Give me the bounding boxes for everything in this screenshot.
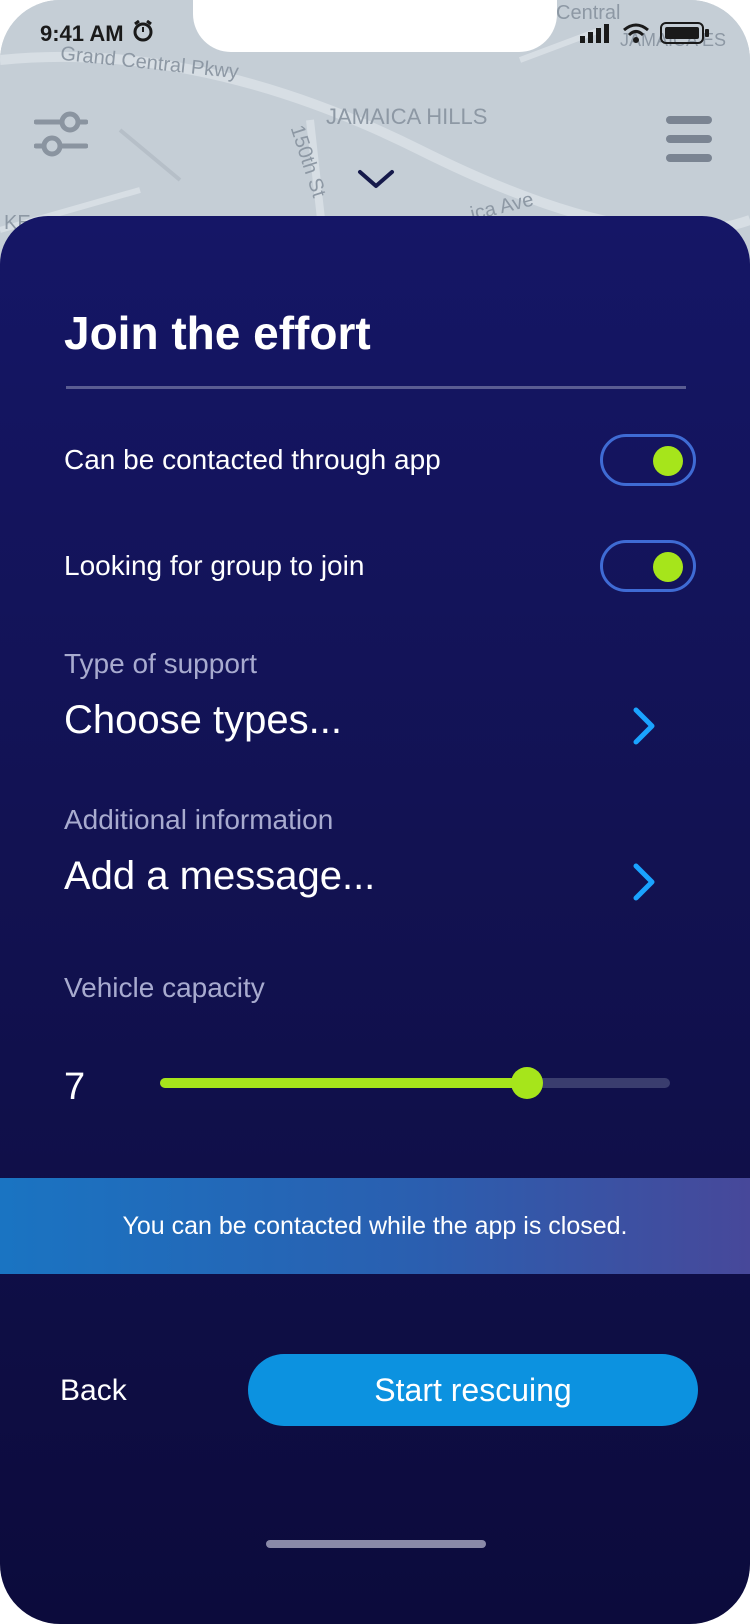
status-bar-time-group: 9:41 AM xyxy=(40,19,154,48)
alarm-icon xyxy=(132,19,154,48)
phone-screen: Grand Central Pkwy JAMAICA HILLS 150th S… xyxy=(0,0,750,1624)
support-chevron-right-icon[interactable] xyxy=(630,706,658,751)
start-rescuing-button[interactable]: Start rescuing xyxy=(248,1354,698,1426)
slider-thumb[interactable] xyxy=(511,1067,543,1099)
additional-info-field[interactable]: Add a message... xyxy=(64,854,375,899)
start-rescuing-label: Start rescuing xyxy=(374,1371,572,1408)
looking-for-group-toggle[interactable] xyxy=(600,540,696,592)
battery-icon xyxy=(660,22,710,49)
contact-toggle-label: Can be contacted through app xyxy=(64,444,441,475)
additional-info-label: Additional information xyxy=(64,804,334,835)
back-button[interactable]: Back xyxy=(60,1374,127,1408)
wifi-icon xyxy=(622,23,650,48)
contact-through-app-toggle[interactable] xyxy=(600,434,696,486)
join-effort-sheet: Join the effort Can be contacted through… xyxy=(0,216,750,1624)
group-toggle-label: Looking for group to join xyxy=(64,550,365,581)
status-bar-icons xyxy=(580,22,710,49)
toggle-knob xyxy=(653,552,683,582)
support-type-select[interactable]: Choose types... xyxy=(64,698,342,743)
map-label-area: JAMAICA HILLS xyxy=(326,104,488,129)
info-banner-text: You can be contacted while the app is cl… xyxy=(122,1211,628,1240)
toggle-knob xyxy=(653,446,683,476)
vehicle-capacity-slider[interactable] xyxy=(160,1067,670,1099)
info-banner: You can be contacted while the app is cl… xyxy=(0,1178,750,1274)
sheet-title: Join the effort xyxy=(64,307,371,359)
vehicle-capacity-value: 7 xyxy=(64,1066,86,1108)
additional-chevron-right-icon[interactable] xyxy=(630,862,658,907)
support-type-label: Type of support xyxy=(64,648,258,679)
title-divider xyxy=(66,386,686,389)
home-indicator xyxy=(266,1540,486,1548)
slider-fill xyxy=(160,1078,527,1088)
status-time: 9:41 AM xyxy=(40,21,124,46)
vehicle-capacity-label: Vehicle capacity xyxy=(64,972,265,1003)
signal-icon xyxy=(580,23,612,48)
device-notch xyxy=(193,0,557,52)
